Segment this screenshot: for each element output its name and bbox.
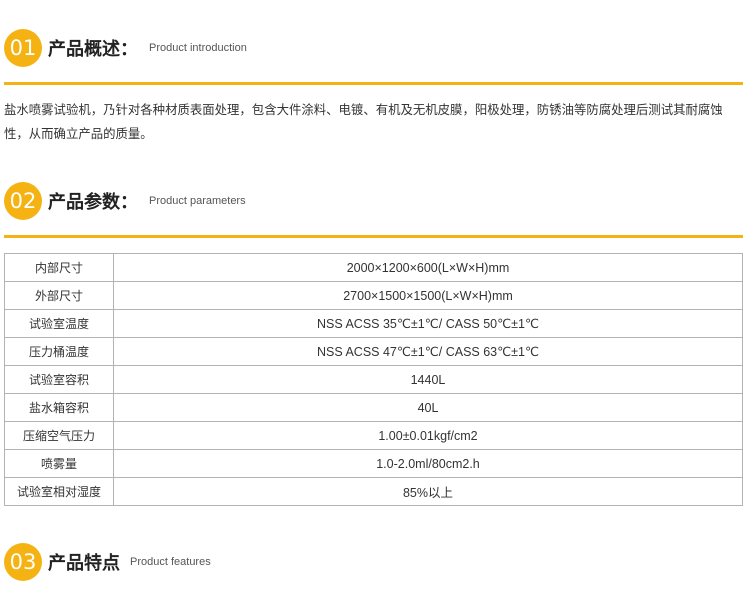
param-value: 1.0-2.0ml/80cm2.h: [113, 449, 743, 478]
param-label: 喷雾量: [4, 449, 114, 478]
param-value: NSS ACSS 35℃±1℃/ CASS 50℃±1℃: [113, 309, 743, 338]
section-number-badge: 01: [4, 29, 42, 67]
table-row: 喷雾量 1.0-2.0ml/80cm2.h: [4, 449, 743, 478]
section-title: 产品概述：: [48, 39, 138, 60]
section-subtitle: Product parameters: [149, 195, 246, 207]
param-value: 2000×1200×600(L×W×H)mm: [113, 253, 743, 282]
section-subtitle: Product features: [130, 556, 211, 568]
param-label: 试验室温度: [4, 309, 114, 338]
table-row: 内部尺寸 2000×1200×600(L×W×H)mm: [4, 253, 743, 282]
param-label: 试验室相对湿度: [4, 477, 114, 506]
intro-paragraph: 盐水喷雾试验机，乃针对各种材质表面处理，包含大件涂料、电镀、有机及无机皮膜，阳极…: [4, 102, 723, 141]
section-header-features: 03 产品特点 Product features: [4, 543, 744, 583]
param-value: 1.00±0.01kgf/cm2: [113, 421, 743, 450]
table-row: 试验室温度 NSS ACSS 35℃±1℃/ CASS 50℃±1℃: [4, 309, 743, 338]
param-value: 85%以上: [113, 477, 743, 506]
section-header-params: 02 产品参数： Product parameters: [4, 182, 744, 222]
table-row: 试验室容积 1440L: [4, 365, 743, 394]
param-value: 1440L: [113, 365, 743, 394]
section-divider: [4, 235, 743, 238]
section-title: 产品特点: [48, 553, 120, 574]
param-value: NSS ACSS 47℃±1℃/ CASS 63℃±1℃: [113, 337, 743, 366]
section-number-badge: 03: [4, 543, 42, 581]
table-row: 试验室相对湿度 85%以上: [4, 477, 743, 506]
table-row: 压缩空气压力 1.00±0.01kgf/cm2: [4, 421, 743, 450]
table-row: 外部尺寸 2700×1500×1500(L×W×H)mm: [4, 281, 743, 310]
table-row: 盐水箱容积 40L: [4, 393, 743, 422]
section-header-intro: 01 产品概述： Product introduction: [4, 29, 744, 69]
param-label: 试验室容积: [4, 365, 114, 394]
param-label: 内部尺寸: [4, 253, 114, 282]
param-value: 2700×1500×1500(L×W×H)mm: [113, 281, 743, 310]
table-row: 压力桶温度 NSS ACSS 47℃±1℃/ CASS 63℃±1℃: [4, 337, 743, 366]
section-subtitle: Product introduction: [149, 42, 247, 54]
parameters-table: 内部尺寸 2000×1200×600(L×W×H)mm 外部尺寸 2700×15…: [4, 253, 743, 506]
section-number-badge: 02: [4, 182, 42, 220]
section-divider: [4, 82, 743, 85]
section-title: 产品参数：: [48, 192, 138, 213]
param-value: 40L: [113, 393, 743, 422]
param-label: 压缩空气压力: [4, 421, 114, 450]
param-label: 外部尺寸: [4, 281, 114, 310]
param-label: 压力桶温度: [4, 337, 114, 366]
param-label: 盐水箱容积: [4, 393, 114, 422]
